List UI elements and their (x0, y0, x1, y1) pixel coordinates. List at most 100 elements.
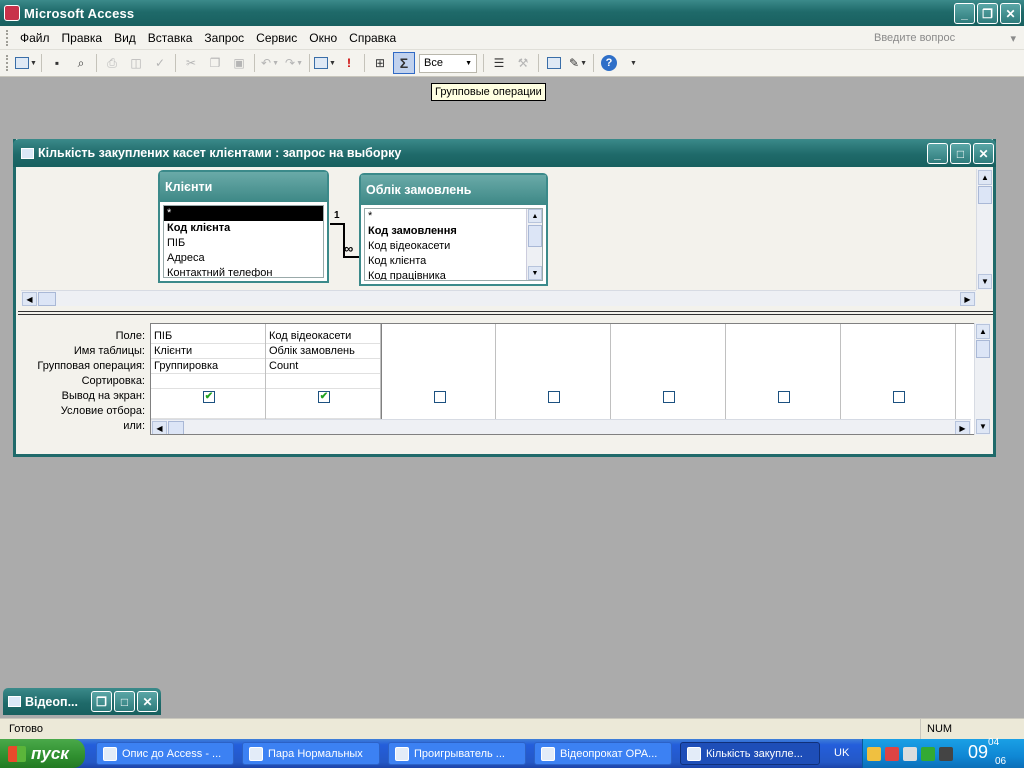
scroll-down-icon[interactable]: ▼ (978, 274, 992, 289)
totals-button[interactable]: Σ (393, 52, 415, 74)
scroll-right-icon[interactable]: ▶ (955, 421, 970, 434)
build-button[interactable]: ⚒ (512, 52, 534, 74)
taskbar-item-query[interactable]: Кількість закупле... (680, 742, 820, 765)
save-button[interactable]: ▪ (46, 52, 68, 74)
grid-cell-total[interactable]: Группировка (151, 359, 265, 374)
field-list-item[interactable]: Код клієнта (365, 254, 542, 269)
show-checkbox[interactable] (663, 391, 675, 403)
toolbar-grip[interactable] (6, 55, 10, 71)
cut-button[interactable]: ✂ (180, 52, 202, 74)
table-clients[interactable]: Клієнти * Код клієнта ПІБ Адреса Контакт… (158, 170, 329, 283)
grid-cell-field[interactable]: ПІБ (151, 329, 265, 344)
volume-icon[interactable] (903, 746, 917, 761)
close-button[interactable]: ✕ (1000, 3, 1021, 24)
view-mode-button[interactable]: ▼ (15, 52, 37, 74)
menu-query[interactable]: Запрос (198, 31, 250, 45)
grid-cell-sort[interactable] (266, 374, 380, 389)
scroll-down-icon[interactable]: ▼ (976, 419, 990, 434)
new-object-button[interactable]: ✎ ▼ (567, 52, 589, 74)
query-close-button[interactable]: ✕ (973, 143, 994, 164)
database-window-button[interactable] (543, 52, 565, 74)
show-checkbox[interactable] (893, 391, 905, 403)
field-list-item[interactable]: Адреса (164, 251, 323, 266)
scroll-up-icon[interactable]: ▲ (976, 324, 990, 339)
print-button[interactable]: ⎙ (101, 52, 123, 74)
table-orders-scrollbar[interactable]: ▲ ▼ (526, 209, 542, 280)
table-pane-vscroll[interactable]: ▲ ▼ (976, 169, 992, 290)
table-pane-hscroll[interactable]: ◀ ▶ (21, 290, 976, 306)
query-maximize-button[interactable]: □ (950, 143, 971, 164)
show-checkbox[interactable] (434, 391, 446, 403)
grid-cell-sort[interactable] (151, 374, 265, 389)
menu-grip[interactable] (6, 29, 10, 46)
paste-button[interactable]: ▣ (228, 52, 250, 74)
field-list-item[interactable]: Код працівника (365, 269, 542, 280)
menu-view[interactable]: Вид (108, 31, 142, 45)
grid-cell-table[interactable]: Клієнти (151, 344, 265, 359)
grid-cell-total[interactable]: Count (266, 359, 380, 374)
copy-button[interactable]: ❐ (204, 52, 226, 74)
grid-cell-criteria[interactable] (151, 404, 265, 419)
query-window-titlebar[interactable]: Кількість закуплених касет клієнтами : з… (13, 139, 996, 167)
scrollbar-thumb[interactable] (976, 340, 990, 358)
query-minimize-button[interactable]: _ (927, 143, 948, 164)
toolbar-options-button[interactable]: ▼ (622, 52, 644, 74)
taskbar-item-word[interactable]: Опис до Access - ... (96, 742, 234, 765)
properties-button[interactable]: ☰ (488, 52, 510, 74)
language-indicator[interactable]: UK (834, 747, 849, 759)
scroll-left-icon[interactable]: ◀ (152, 421, 167, 434)
search-button[interactable]: ⌕ (70, 52, 92, 74)
minimized-database-window[interactable]: Відеоп... ❐ □ ✕ (3, 688, 161, 715)
scroll-down-icon[interactable]: ▼ (528, 266, 542, 280)
grid-cell-table[interactable]: Облік замовлень (266, 344, 380, 359)
menu-window[interactable]: Окно (303, 31, 343, 45)
field-list-item[interactable]: * (365, 209, 542, 224)
show-checkbox[interactable] (548, 391, 560, 403)
top-values-select[interactable]: Все ▼ (419, 53, 477, 73)
scroll-right-icon[interactable]: ▶ (960, 292, 975, 306)
pane-splitter[interactable] (18, 311, 993, 315)
ask-question-box[interactable]: Введите вопрос ▾ (870, 29, 1020, 47)
table-orders[interactable]: Облік замовлень * Код замовлення Код від… (359, 173, 548, 286)
scrollbar-thumb[interactable] (528, 225, 542, 247)
field-list-item[interactable]: Код клієнта (164, 221, 323, 236)
scroll-up-icon[interactable]: ▲ (528, 209, 542, 223)
restore-button[interactable]: ❐ (977, 3, 998, 24)
minimized-close-button[interactable]: ✕ (137, 691, 158, 712)
field-list-item[interactable]: * (164, 206, 323, 221)
start-button[interactable]: пуск (0, 739, 85, 768)
office-icon[interactable] (867, 746, 881, 761)
run-button[interactable]: ! (338, 52, 360, 74)
field-list-item[interactable]: Контактний телефон (164, 266, 323, 277)
menu-tools[interactable]: Сервис (250, 31, 303, 45)
taskbar-item-folder[interactable]: Пара Нормальных (242, 742, 380, 765)
print-preview-button[interactable]: ◫ (125, 52, 147, 74)
spelling-button[interactable]: ✓ (149, 52, 171, 74)
display-icon[interactable] (921, 746, 935, 761)
menu-insert[interactable]: Вставка (142, 31, 199, 45)
grid-cell-criteria[interactable] (266, 404, 380, 419)
scrollbar-thumb[interactable] (978, 186, 992, 204)
scrollbar-thumb[interactable] (168, 421, 184, 434)
menu-file[interactable]: Файл (14, 31, 56, 45)
query-type-button[interactable]: ▼ (314, 52, 336, 74)
minimized-restore-button[interactable]: ❐ (91, 691, 112, 712)
field-list-item[interactable]: ПІБ (164, 236, 323, 251)
help-button[interactable]: ? (598, 52, 620, 74)
minimized-maximize-button[interactable]: □ (114, 691, 135, 712)
settings-icon[interactable] (939, 746, 953, 761)
menu-edit[interactable]: Правка (56, 31, 109, 45)
grid-hscroll[interactable]: ◀ ▶ (151, 419, 971, 434)
scroll-up-icon[interactable]: ▲ (978, 170, 992, 185)
field-list-item[interactable]: Код відеокасети (365, 239, 542, 254)
network-icon[interactable] (885, 746, 899, 761)
scroll-left-icon[interactable]: ◀ (22, 292, 37, 306)
grid-vscroll[interactable]: ▲ ▼ (974, 323, 990, 435)
taskbar-item-player[interactable]: Проигрыватель ... (388, 742, 526, 765)
menu-help[interactable]: Справка (343, 31, 402, 45)
taskbar-item-database[interactable]: Відеопрокат ОРА... (534, 742, 672, 765)
redo-button[interactable]: ↷ ▼ (283, 52, 305, 74)
field-list-item[interactable]: Код замовлення (365, 224, 542, 239)
minimize-button[interactable]: _ (954, 3, 975, 24)
grid-cell-field[interactable]: Код відеокасети (266, 329, 380, 344)
